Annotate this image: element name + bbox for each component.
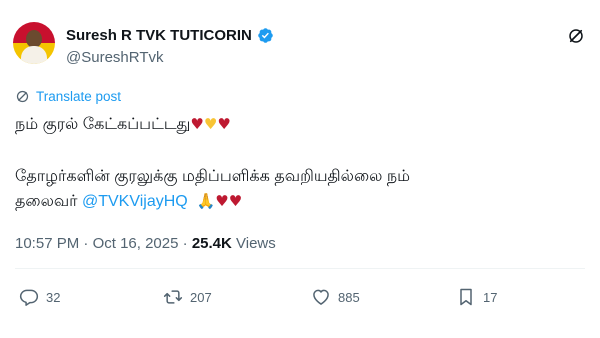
repost-count: 207: [190, 289, 212, 305]
reply-count: 32: [46, 289, 61, 305]
divider: [15, 268, 585, 269]
tweet-date[interactable]: Oct 16, 2025: [93, 235, 179, 252]
bookmark-button[interactable]: 17: [456, 287, 497, 307]
tweet-line-2: தோழர்களின் குரலுக்கு மதிப்பளிக்க தவறியதி…: [15, 168, 410, 185]
meta-separator: ·: [182, 235, 188, 252]
tweet-meta: 10:57 PM · Oct 16, 2025 · 25.4K Views: [15, 235, 276, 252]
tweet-time[interactable]: 10:57 PM: [15, 235, 79, 252]
tweet-line-1-text: நம் குரல் கேட்கப்பட்டது: [15, 116, 191, 133]
yellow-heart-emoji: ♥: [203, 115, 218, 133]
repost-button[interactable]: 207: [163, 287, 212, 307]
translate-post-link[interactable]: Translate post: [15, 89, 121, 104]
author-handle[interactable]: @SureshRTvk: [66, 49, 163, 66]
tweet-line-1: நம் குரல் கேட்கப்பட்டது♥♥♥: [15, 113, 231, 136]
repost-icon: [163, 290, 183, 304]
author-name-row: Suresh R TVK TUTICORIN: [66, 27, 274, 44]
folded-hands-emoji: 🙏: [196, 192, 216, 210]
like-button[interactable]: 885: [311, 287, 360, 307]
verified-badge-icon: [258, 28, 273, 43]
meta-separator: ·: [83, 235, 89, 252]
bookmark-icon: [460, 288, 472, 306]
action-bar: 32 207 885 17: [15, 287, 585, 311]
tweet-line-3: தலைவர் @TVKVijayHQ 🙏♥♥: [15, 190, 242, 213]
views-count: 25.4K: [191, 235, 232, 252]
author-display-name[interactable]: Suresh R TVK TUTICORIN: [66, 27, 252, 44]
red-heart-emoji: ♥: [190, 115, 204, 133]
reply-button[interactable]: 32: [19, 287, 60, 307]
red-heart-emoji: ♥: [217, 115, 231, 133]
like-icon: [313, 289, 329, 305]
red-heart-emoji: ♥: [228, 192, 243, 210]
red-heart-emoji: ♥: [215, 192, 229, 210]
grok-icon[interactable]: [567, 27, 585, 45]
avatar-body: [21, 46, 47, 64]
views-label: Views: [236, 235, 276, 252]
bookmark-count: 17: [483, 289, 498, 305]
translate-label[interactable]: Translate post: [36, 89, 121, 104]
translate-icon: [16, 90, 29, 103]
like-count: 885: [338, 289, 360, 305]
mention-link[interactable]: @TVKVijayHQ: [82, 193, 188, 210]
tweet-line-3-text: தலைவர்: [15, 193, 82, 210]
avatar[interactable]: [13, 22, 55, 64]
reply-icon: [19, 289, 39, 306]
